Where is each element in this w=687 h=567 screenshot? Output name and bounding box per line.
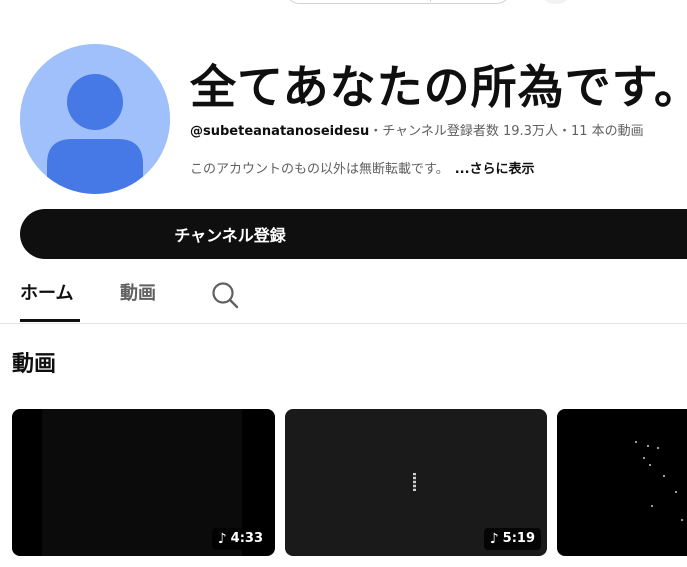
channel-handle: @subeteanatanoseidesu: [190, 124, 370, 139]
channel-description[interactable]: このアカウントのもの以外は無断転載です。 ...さらに表示: [190, 161, 535, 179]
default-avatar-icon: [20, 44, 170, 194]
show-more-link[interactable]: ...さらに表示: [455, 162, 535, 177]
meta-separator: ・: [557, 124, 571, 139]
thumbnail-image: [657, 447, 659, 449]
search-icon[interactable]: [210, 280, 240, 310]
video-thumbnail[interactable]: [557, 409, 687, 556]
description-text: このアカウントのもの以外は無断転載です。: [190, 162, 449, 177]
video-count: 11 本の動画: [570, 124, 644, 139]
channel-meta: @subeteanatanoseidesu・チャンネル登録者数 19.3万人・1…: [190, 123, 644, 141]
thumbnail-image: [647, 445, 649, 447]
meta-separator: ・: [369, 124, 383, 139]
music-note-icon: ♪: [217, 531, 227, 547]
duration-text: 4:33: [230, 531, 263, 546]
section-title: 動画: [12, 352, 57, 377]
video-thumbnail[interactable]: ♪ 4:33: [12, 409, 275, 556]
channel-title: 全てあなたの所為です。: [190, 60, 687, 114]
thumbnail-image: [651, 505, 653, 507]
subscriber-count: チャンネル登録者数 19.3万人: [382, 124, 558, 139]
thumbnail-image: [675, 491, 677, 493]
thumbnail-image: [663, 475, 665, 477]
duration-badge: ♪ 4:33: [211, 528, 269, 550]
thumbnail-image: [681, 519, 683, 521]
subscribe-label: チャンネル登録: [174, 226, 286, 245]
thumbnail-image: [635, 441, 637, 443]
thumbnail-image: [643, 457, 645, 459]
channel-page: 全てあなたの所為です。 @subeteanatanoseidesu・チャンネル登…: [0, 0, 687, 567]
duration-text: 5:19: [502, 531, 535, 546]
tabs-divider: [0, 323, 687, 324]
voice-search-button[interactable]: [538, 0, 574, 4]
video-thumbnail[interactable]: ♪ 5:19: [285, 409, 547, 556]
duration-badge: ♪ 5:19: [483, 528, 541, 550]
search-button[interactable]: [430, 0, 511, 2]
subscribe-button[interactable]: チャンネル登録: [20, 209, 687, 259]
tab-videos[interactable]: 動画: [120, 281, 156, 307]
active-tab-indicator: [20, 319, 80, 322]
thumbnail-image: [649, 464, 651, 466]
tab-home[interactable]: ホーム: [20, 281, 73, 307]
music-note-icon: ♪: [489, 531, 499, 547]
thumbnail-image: [413, 473, 416, 491]
channel-avatar[interactable]: [20, 44, 170, 194]
